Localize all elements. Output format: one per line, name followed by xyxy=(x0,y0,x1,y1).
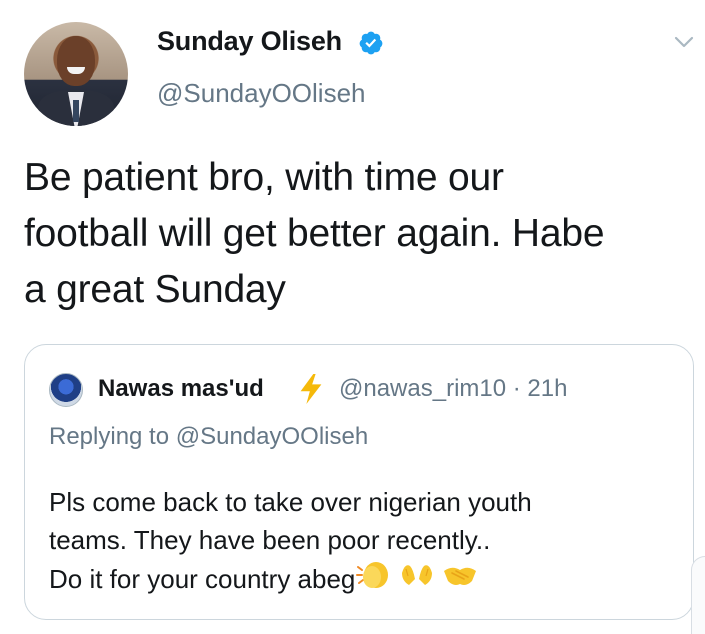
lightning-bolt-icon xyxy=(300,374,322,404)
raising-hands-icon xyxy=(401,565,432,585)
tweet-line: Be patient bro, with time our xyxy=(24,156,504,199)
tweet-body: Be patient bro, with time our football w… xyxy=(24,150,694,318)
clapping-hands-icon xyxy=(356,562,389,588)
quoted-line: Do it for your country abeg xyxy=(49,563,356,594)
emoji-group xyxy=(355,557,477,601)
chevron-down-icon[interactable] xyxy=(672,30,696,54)
author-handle[interactable]: @SundayOOliseh xyxy=(157,78,366,109)
tweet-line: football will get better again. Habe xyxy=(24,212,605,255)
quoted-handle-time: @nawas_rim10 · 21h xyxy=(339,375,568,402)
replying-to[interactable]: Replying to @SundayOOliseh xyxy=(49,423,368,451)
quoted-line: teams. They have been poor recently.. xyxy=(49,525,491,555)
handshake-icon xyxy=(443,567,476,585)
quoted-author-avatar[interactable] xyxy=(49,373,83,407)
quoted-tweet-body: Pls come back to take over nigerian yout… xyxy=(49,483,679,603)
verified-badge-icon xyxy=(359,31,383,55)
quoted-tweet[interactable]: Nawas mas'ud @nawas_rim10 · 21h Replying… xyxy=(24,344,694,620)
next-card-edge xyxy=(691,556,705,634)
author-display-name[interactable]: Sunday Oliseh xyxy=(157,26,342,57)
quoted-author-name[interactable]: Nawas mas'ud xyxy=(98,375,264,403)
author-avatar[interactable] xyxy=(24,22,128,126)
tweet-line: a great Sunday xyxy=(24,268,286,311)
quoted-line-with-emoji: Do it for your country abeg xyxy=(49,559,679,603)
quoted-line: Pls come back to take over nigerian yout… xyxy=(49,487,532,517)
